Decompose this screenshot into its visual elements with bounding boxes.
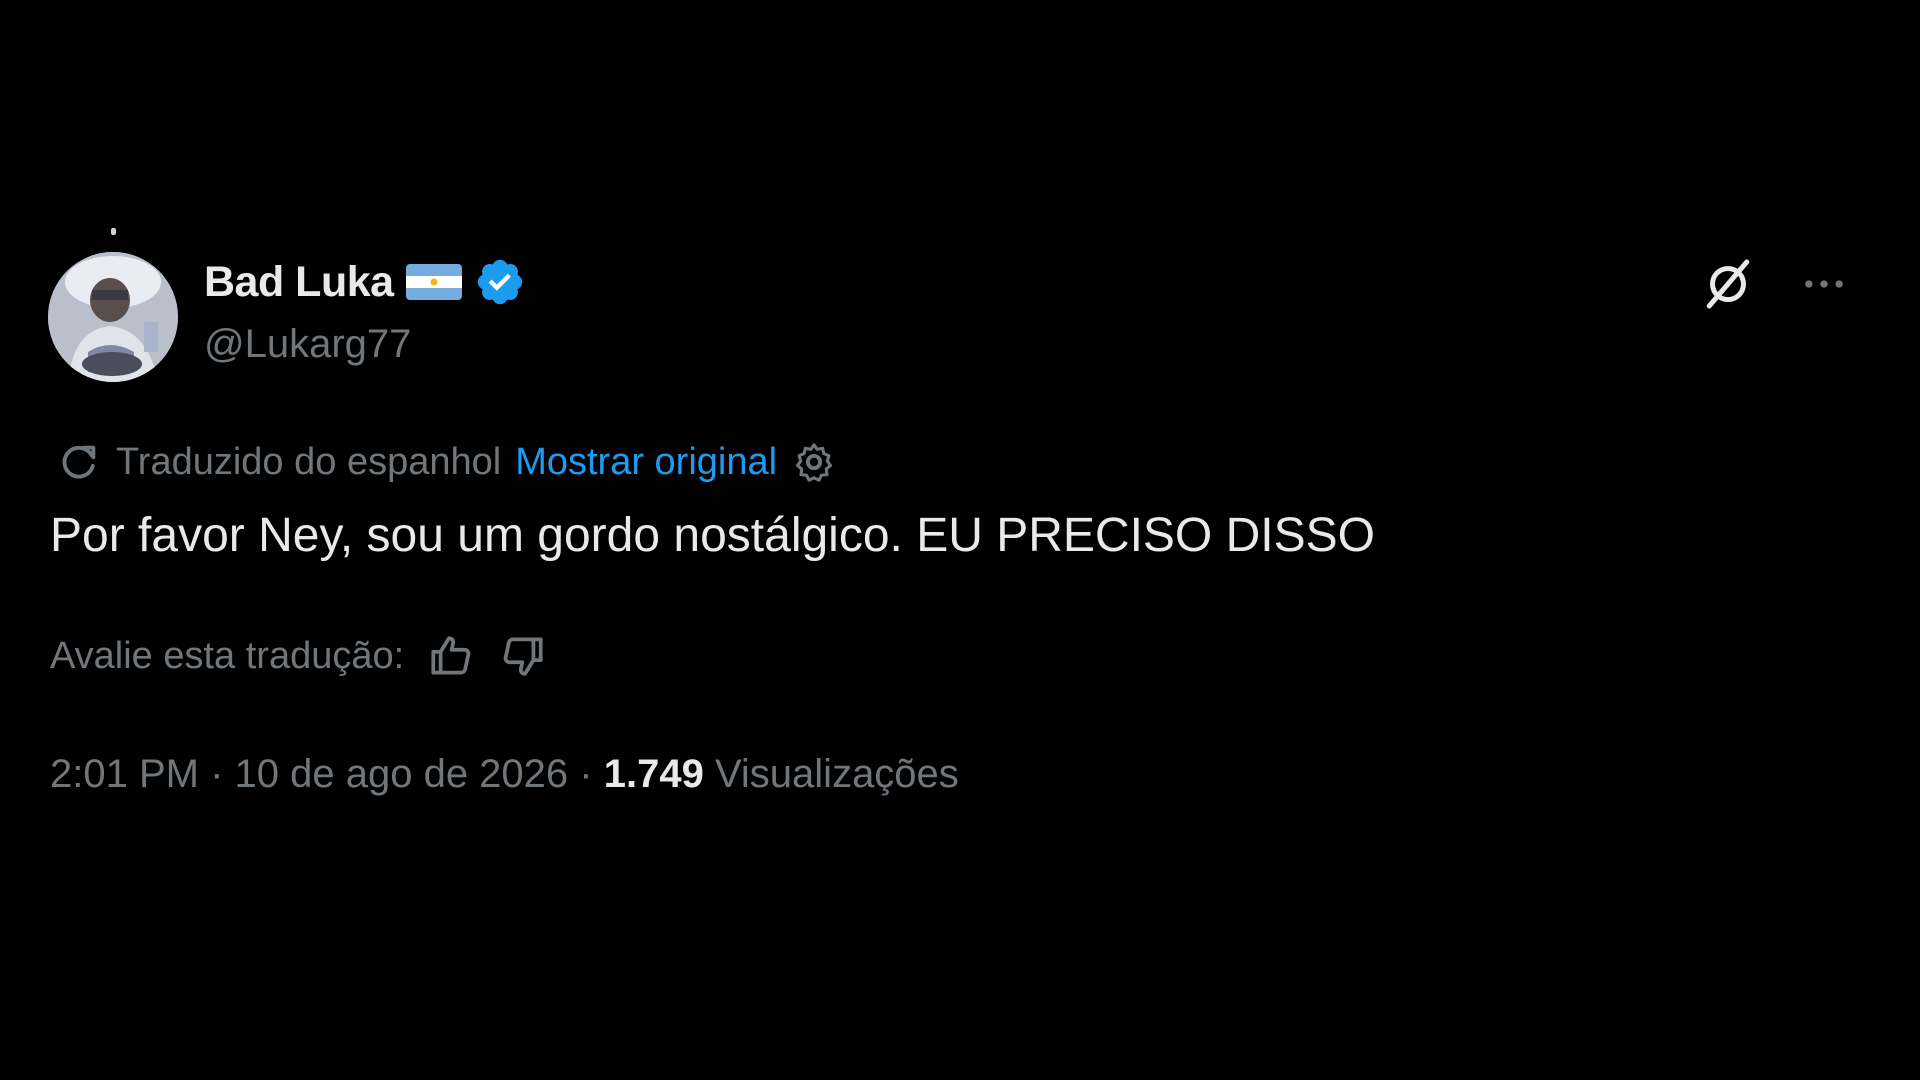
avatar-image (48, 252, 178, 382)
gear-icon[interactable] (791, 439, 837, 485)
verified-badge-icon[interactable] (474, 256, 526, 308)
tweet: Bad Luka @Lukarg77 Traduzido do espanhol… (0, 0, 1920, 1080)
more-icon[interactable] (1798, 258, 1850, 310)
translated-from-label: Traduzido do espanhol (116, 440, 502, 483)
author-handle[interactable]: @Lukarg77 (204, 322, 411, 367)
grok-icon[interactable] (1698, 254, 1758, 314)
argentina-flag-icon (405, 264, 462, 300)
show-original-link[interactable]: Mostrar original (515, 441, 777, 484)
tweet-meta: 2:01 PM · 10 de ago de 2026 · 1.749 Visu… (50, 752, 959, 797)
translate-icon (62, 445, 96, 479)
rate-translation-label: Avalie esta tradução: (50, 634, 405, 677)
author-display-name[interactable]: Bad Luka (204, 258, 394, 307)
translation-bar: Traduzido do espanhol Mostrar original (56, 436, 837, 488)
thumbs-up-icon[interactable] (426, 631, 476, 681)
author-name-row: Bad Luka (204, 254, 526, 310)
meta-separator: · (198, 752, 235, 796)
tweet-text: Por favor Ney, sou um gordo nostálgico. … (50, 509, 1375, 562)
views-label: Visualizações (714, 752, 959, 796)
tweet-time[interactable]: 2:01 PM (50, 752, 199, 796)
avatar[interactable] (48, 252, 178, 382)
tweet-date[interactable]: 10 de ago de 2026 (235, 752, 569, 796)
rate-translation-row: Avalie esta tradução: (50, 628, 548, 684)
thumbs-down-icon[interactable] (498, 631, 548, 681)
views-count: 1.749 (603, 752, 704, 796)
avatar-status-dot (111, 228, 116, 235)
top-actions (1698, 254, 1850, 314)
meta-separator: · (568, 752, 604, 796)
